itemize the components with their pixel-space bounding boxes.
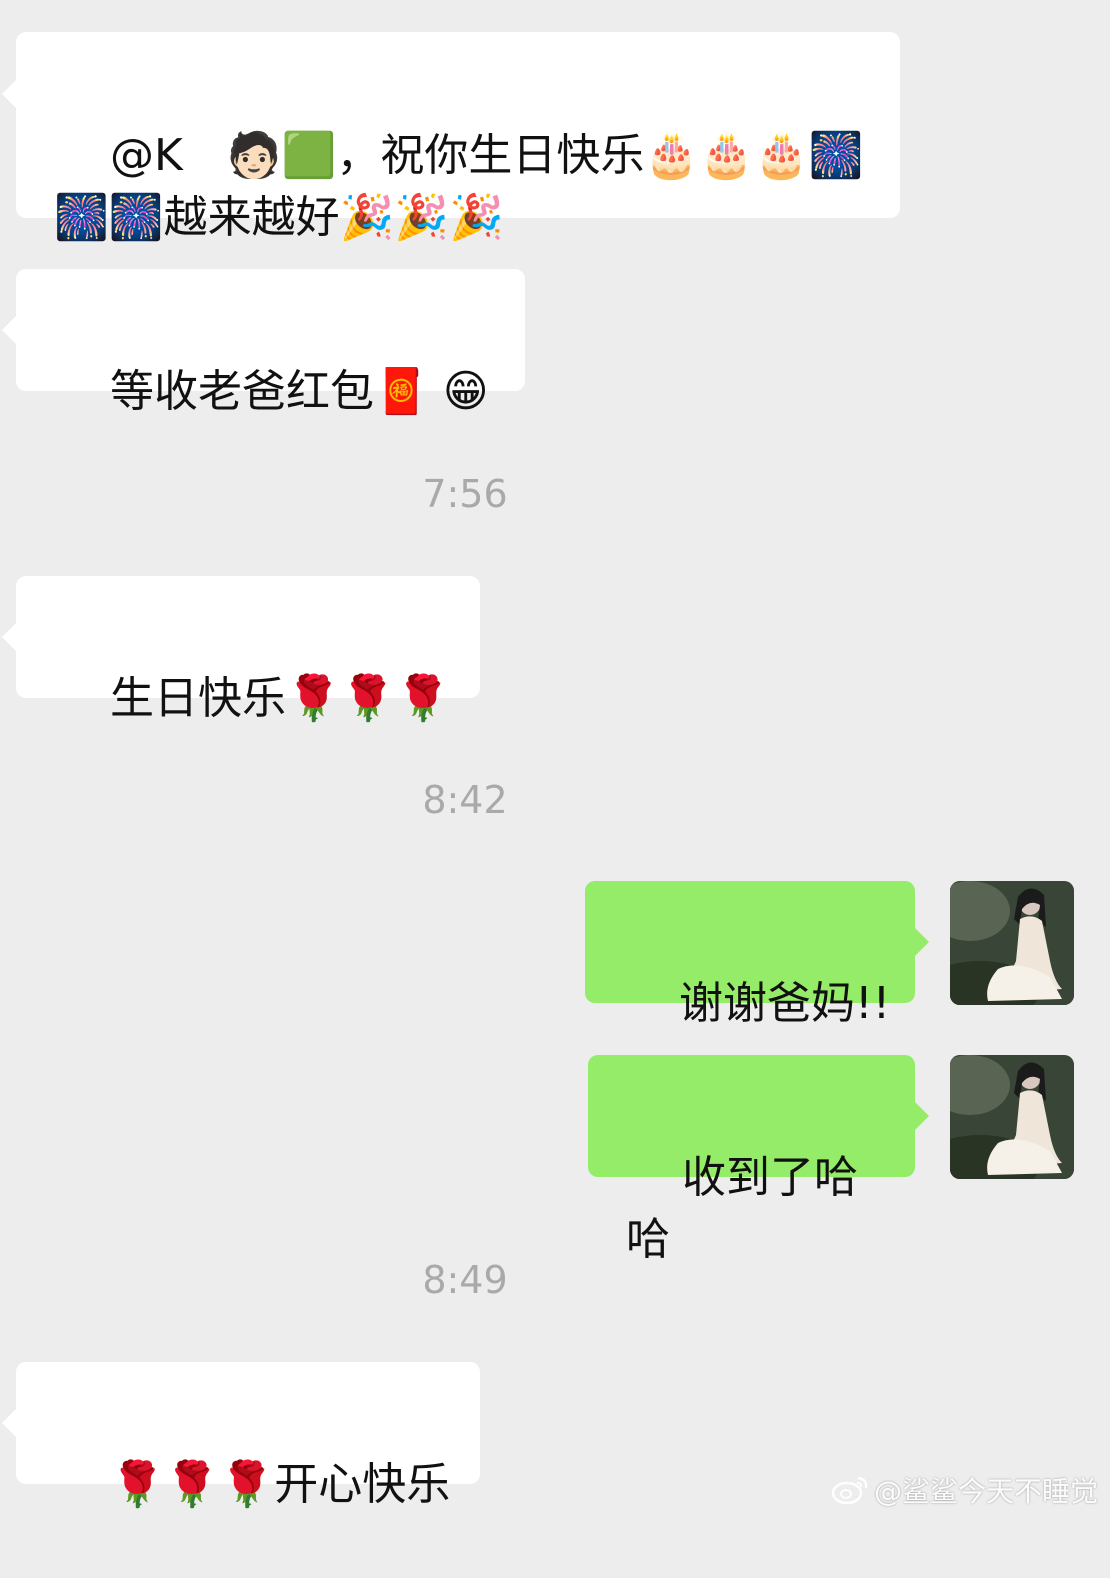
message-bubble-received[interactable]: 收到了哈哈 <box>588 1055 929 1265</box>
timestamp: 7:56 <box>422 472 508 516</box>
timestamp: 8:42 <box>422 778 508 822</box>
message-text: 收到了哈哈 <box>626 1152 858 1265</box>
watermark-text: @鲨鲨今天不睡觉 <box>873 1475 1098 1508</box>
message-text: 等收老爸红包🧧 😁 <box>109 366 489 417</box>
message-bubble-thanks[interactable]: 谢谢爸妈!! <box>585 881 929 1029</box>
message-bubble-birthday-wish[interactable]: @K 🧑🏻‍🟩，祝你生日快乐🎂🎂🎂🎆 🎆🎆越来越好🎉🎉🎉 <box>2 32 900 243</box>
watermark: @鲨鲨今天不睡觉 <box>830 1470 1098 1510</box>
user-avatar[interactable] <box>950 881 1074 1005</box>
timestamp: 8:49 <box>422 1258 508 1302</box>
message-bubble-happy-birthday[interactable]: 生日快乐🌹🌹🌹 <box>2 576 480 724</box>
message-text: 🌹🌹🌹开心快乐 <box>109 1459 451 1510</box>
message-bubble-be-happy[interactable]: 🌹🌹🌹开心快乐 <box>2 1362 480 1510</box>
avatar-image <box>950 881 1074 1005</box>
message-text: 谢谢爸妈!! <box>678 978 891 1029</box>
user-avatar[interactable] <box>950 1055 1074 1179</box>
weibo-icon <box>831 1476 868 1505</box>
message-bubble-red-packet[interactable]: 等收老爸红包🧧 😁 <box>2 269 525 417</box>
message-text: 生日快乐🌹🌹🌹 <box>109 673 451 724</box>
message-text: @K 🧑🏻‍🟩，祝你生日快乐🎂🎂🎂🎆 🎆🎆越来越好🎉🎉🎉 <box>54 130 864 243</box>
avatar-image <box>950 1055 1074 1179</box>
